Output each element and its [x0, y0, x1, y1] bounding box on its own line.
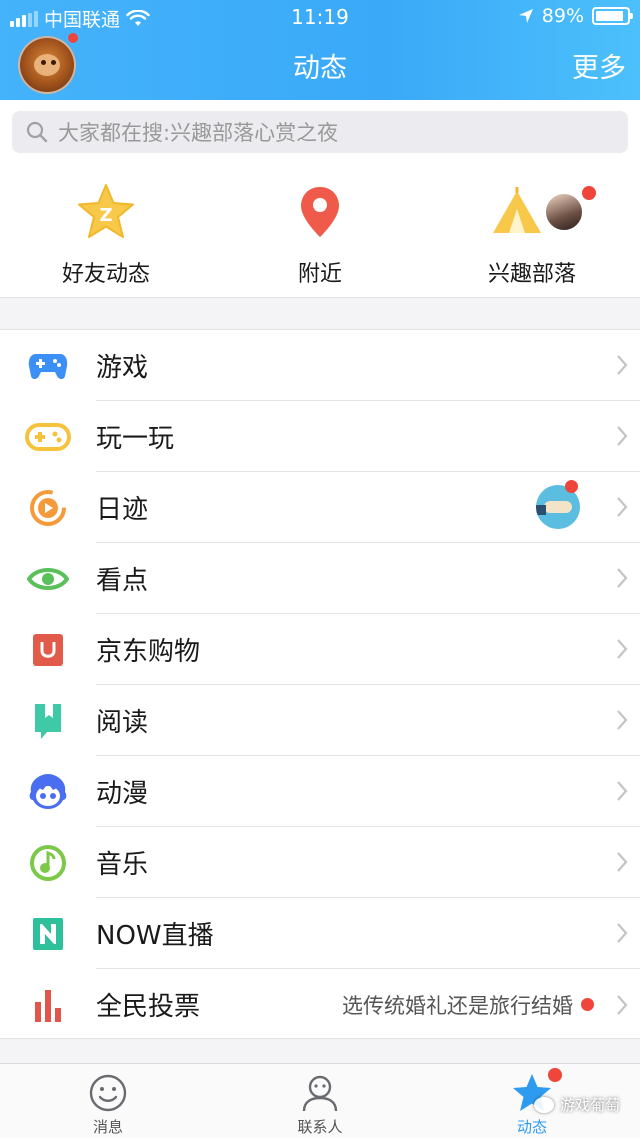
location-arrow-icon	[518, 9, 533, 23]
tab-label-messages: 消息	[92, 1118, 123, 1136]
feature-menu: 游戏 玩一玩 日迹 看点 京东购物 阅读 动漫 音乐 NOW直播 全民投票 选传…	[0, 329, 640, 1039]
battery-icon	[592, 7, 633, 25]
chevron-right-icon	[604, 354, 640, 376]
bar-chart-icon	[35, 989, 61, 1022]
tribe-notification-dot	[582, 186, 596, 200]
menu-label-daily-trace: 日迹	[96, 494, 149, 525]
smile-icon	[89, 1074, 127, 1112]
menu-item-daily-trace[interactable]: 日迹	[0, 472, 640, 543]
anime-face-icon	[29, 773, 67, 809]
page-title: 动态	[293, 53, 347, 84]
tab-contacts[interactable]: 联系人	[260, 1072, 380, 1137]
menu-label-music: 音乐	[96, 849, 149, 880]
search-input[interactable]: 大家都在搜:兴趣部落心赏之夜	[12, 111, 628, 153]
watermark-text: 游戏葡萄	[559, 1096, 620, 1114]
menu-label-game: 游戏	[96, 352, 149, 383]
play-circle-icon	[30, 489, 66, 526]
chevron-right-icon	[604, 851, 640, 873]
quick-label-nearby: 附近	[297, 262, 342, 287]
chevron-right-icon	[604, 922, 640, 944]
chevron-right-icon	[604, 709, 640, 731]
quick-label-tribe: 兴趣部落	[487, 262, 576, 287]
status-right: 89%	[518, 5, 633, 27]
menu-label-jd-shopping: 京东购物	[96, 636, 201, 667]
tribe-avatar	[544, 192, 584, 232]
chevron-right-icon	[604, 567, 640, 589]
chevron-right-icon	[604, 780, 640, 802]
chevron-right-icon	[604, 994, 640, 1016]
tab-label-contacts: 联系人	[297, 1118, 343, 1136]
shopping-bag-icon	[33, 633, 63, 666]
menu-item-anime[interactable]: 动漫	[0, 756, 640, 827]
gamepad-icon	[28, 353, 68, 379]
more-button[interactable]: 更多	[572, 46, 626, 85]
menu-item-play[interactable]: 玩一玩	[0, 401, 640, 472]
menu-item-kandian[interactable]: 看点	[0, 543, 640, 614]
menu-item-game[interactable]: 游戏	[0, 330, 640, 401]
menu-label-vote: 全民投票	[96, 992, 201, 1022]
quick-item-nearby[interactable]: 附近	[230, 182, 410, 288]
battery-percent: 89%	[541, 5, 584, 27]
quick-item-friends-feed[interactable]: Z 好友动态	[16, 182, 196, 288]
quick-label-friends: 好友动态	[61, 262, 150, 287]
search-icon	[26, 121, 48, 143]
menu-item-now-live[interactable]: NOW直播	[0, 898, 640, 969]
vote-notification-dot	[581, 998, 594, 1011]
watermark: 游戏葡萄	[533, 1094, 620, 1115]
status-bar: 中国联通 11:19 89%	[0, 0, 640, 34]
location-pin-icon	[301, 187, 339, 237]
quick-item-interest-tribe[interactable]: 兴趣部落	[442, 182, 622, 288]
vote-topic-text: 选传统婚礼还是旅行结婚	[342, 993, 573, 1018]
feed-notification-dot	[548, 1068, 562, 1082]
menu-label-now-live: NOW直播	[96, 920, 214, 951]
tab-messages[interactable]: 消息	[48, 1072, 168, 1137]
book-icon	[35, 703, 61, 739]
wechat-logo-icon	[533, 1096, 554, 1113]
tent-icon	[493, 187, 541, 233]
avatar-notification-dot	[66, 31, 80, 45]
menu-label-anime: 动漫	[96, 778, 149, 809]
mini-game-icon	[25, 422, 71, 451]
contact-icon	[302, 1075, 338, 1112]
quick-entry-row: Z 好友动态 附近 兴趣部落	[0, 166, 640, 298]
menu-item-reading[interactable]: 阅读	[0, 685, 640, 756]
top-header: 中国联通 11:19 89% 动态 更多	[0, 0, 640, 100]
daily-trace-notification-dot	[565, 480, 578, 493]
search-section: 大家都在搜:兴趣部落心赏之夜	[0, 100, 640, 166]
search-placeholder: 大家都在搜:兴趣部落心赏之夜	[58, 121, 339, 145]
menu-label-kandian: 看点	[96, 565, 149, 596]
music-note-icon	[30, 844, 66, 881]
menu-item-vote[interactable]: 全民投票 选传统婚礼还是旅行结婚	[0, 969, 640, 1040]
menu-item-jd-shopping[interactable]: 京东购物	[0, 614, 640, 685]
chevron-right-icon	[604, 496, 640, 518]
menu-label-play: 玩一玩	[96, 423, 175, 454]
eye-icon	[27, 567, 69, 590]
tab-label-feed: 动态	[516, 1118, 547, 1136]
svg-text:Z: Z	[99, 205, 112, 226]
menu-label-reading: 阅读	[96, 707, 149, 738]
menu-item-music[interactable]: 音乐	[0, 827, 640, 898]
chevron-right-icon	[604, 638, 640, 660]
friends-star-icon: Z	[78, 184, 134, 238]
chevron-right-icon	[604, 425, 640, 447]
now-live-icon	[33, 917, 63, 950]
